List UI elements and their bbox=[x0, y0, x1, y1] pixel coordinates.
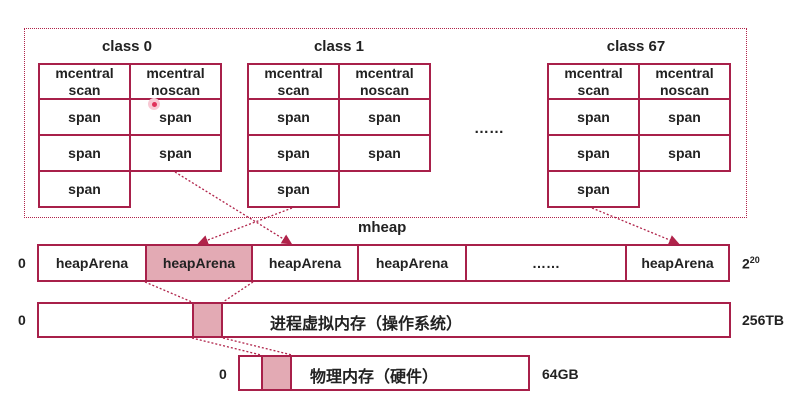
arrow-class1-to-arena bbox=[197, 207, 293, 246]
map-virtual-to-physical-right bbox=[222, 337, 293, 356]
connector-overlay bbox=[144, 171, 680, 356]
arrow-class0-to-arena bbox=[174, 171, 293, 245]
map-arena-to-virtual-left bbox=[144, 281, 193, 303]
map-virtual-to-physical-left bbox=[191, 337, 262, 356]
arrow-class67-to-arena bbox=[591, 207, 680, 245]
map-arena-to-virtual-right bbox=[222, 281, 254, 303]
pointer-highlight bbox=[148, 98, 160, 110]
